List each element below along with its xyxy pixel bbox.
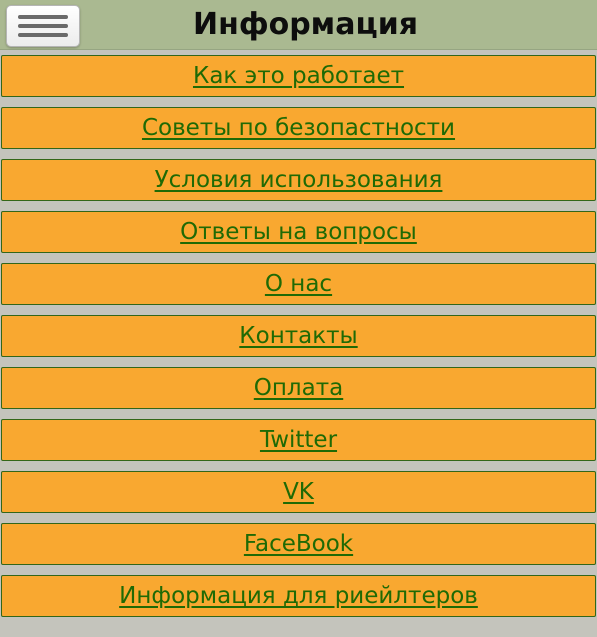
hamburger-menu-icon-bar [18,33,68,37]
menu-item-contacts[interactable]: Контакты [1,315,596,357]
page-title: Информация [193,7,418,42]
hamburger-menu-icon-bar [18,24,68,28]
menu-item-how-it-works[interactable]: Как это работает [1,55,596,97]
menu-item-terms-of-use[interactable]: Условия использования [1,159,596,201]
menu-item-payment[interactable]: Оплата [1,367,596,409]
menu-item-vk[interactable]: VK [1,471,596,513]
menu-button[interactable] [6,5,80,47]
menu-item-twitter[interactable]: Twitter [1,419,596,461]
menu-item-realtor-info[interactable]: Информация для риейлтеров [1,575,596,617]
menu-item-about-us[interactable]: О нас [1,263,596,305]
info-menu-list: Как это работает Советы по безопастности… [0,50,597,617]
menu-item-facebook[interactable]: FaceBook [1,523,596,565]
menu-item-safety-tips[interactable]: Советы по безопастности [1,107,596,149]
menu-item-faq[interactable]: Ответы на вопросы [1,211,596,253]
header-bar: Информация [0,0,597,50]
hamburger-menu-icon [18,15,68,19]
